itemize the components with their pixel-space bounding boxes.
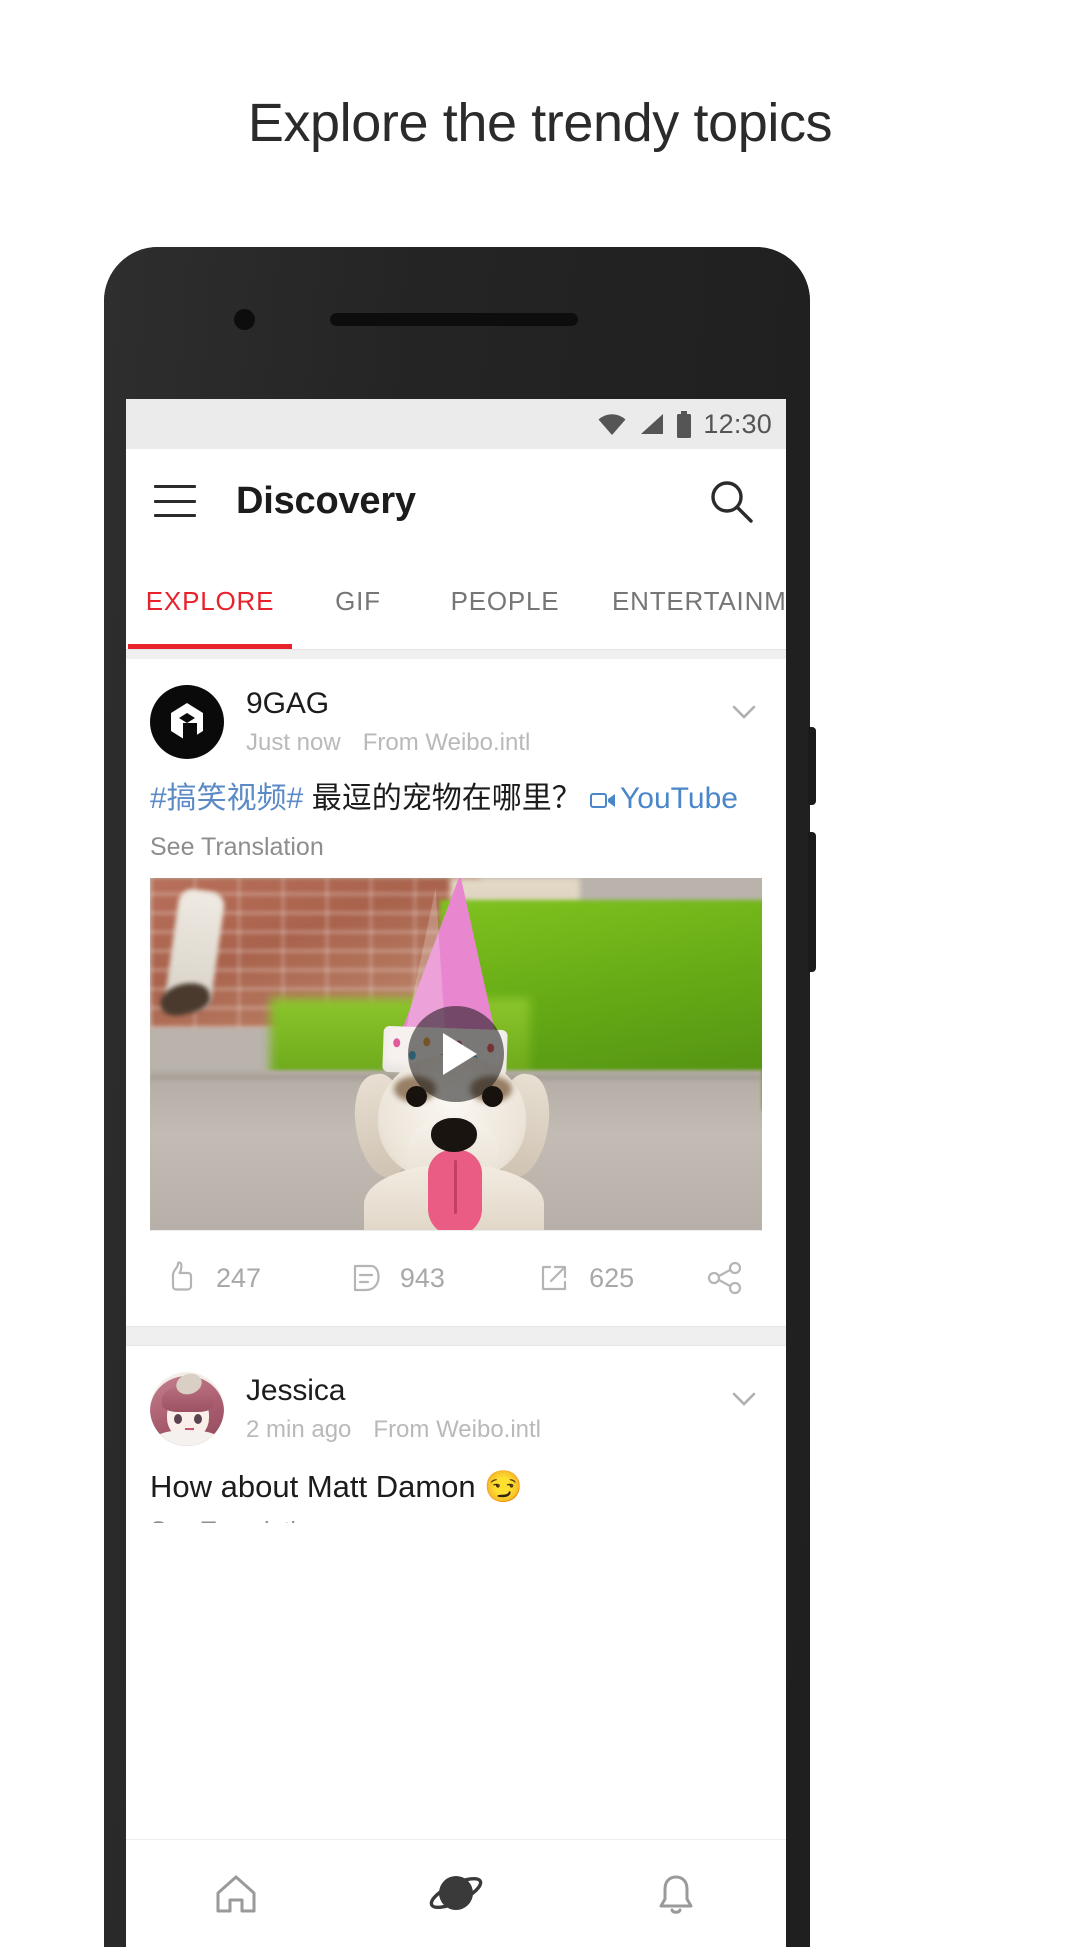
home-icon	[216, 1875, 256, 1912]
post-meta: Jessica 2 min ago From Weibo.intl	[246, 1372, 726, 1444]
phone-screen: 12:30 Discovery EXPLORE GIF PEOPLE ENTER…	[126, 399, 786, 1947]
see-translation-link[interactable]: See Translation	[126, 819, 786, 878]
post-separator	[126, 1325, 786, 1346]
avatar[interactable]	[150, 1371, 224, 1446]
active-tab-indicator	[128, 644, 292, 649]
status-bar: 12:30	[126, 399, 786, 449]
tab-people[interactable]: PEOPLE	[422, 586, 588, 617]
tab-entertainment[interactable]: ENTERTAINME	[588, 586, 786, 617]
page-title: Explore the trendy topics	[247, 93, 833, 153]
status-time: 12:30	[703, 408, 772, 439]
media-dog-tongue-crease	[454, 1159, 457, 1214]
thumbs-up-icon	[171, 1261, 193, 1291]
chevron-down-icon[interactable]	[726, 1380, 762, 1416]
see-translation-link[interactable]: See Translation	[126, 1505, 786, 1523]
post-body-text: How about Matt Damon	[150, 1468, 485, 1504]
avatar-eye-left	[174, 1413, 182, 1424]
post-header: 9GAG Just now From Weibo.intl	[126, 659, 786, 759]
post-media-video[interactable]	[150, 877, 762, 1230]
post-source: From Weibo.intl	[362, 729, 531, 756]
repost-count: 625	[589, 1262, 635, 1293]
tab-bar: EXPLORE GIF PEOPLE ENTERTAINME	[126, 553, 786, 649]
post-jessica: Jessica 2 min ago From Weibo.intl How abo…	[126, 1345, 786, 1523]
post-hashtag[interactable]: #搞笑视频#	[150, 782, 303, 815]
post-time: 2 min ago	[246, 1415, 352, 1443]
avatar-collar	[156, 1429, 218, 1446]
volume-button[interactable]	[808, 832, 816, 972]
hamburger-menu-icon[interactable]	[154, 485, 196, 517]
post-body: #搞笑视频# 最逗的宠物在哪里？ YouTube	[126, 759, 786, 819]
post-header: Jessica 2 min ago From Weibo.intl	[126, 1346, 786, 1446]
post-time: Just now	[246, 729, 341, 756]
video-camera-icon	[590, 793, 616, 808]
bell-notifications-icon	[659, 1875, 693, 1914]
media-dog-nose	[431, 1117, 477, 1152]
front-camera	[234, 309, 255, 330]
like-count: 247	[216, 1262, 262, 1293]
post-author[interactable]: Jessica	[246, 1374, 726, 1408]
post-body: How about Matt Damon 😏	[126, 1446, 786, 1505]
chevron-down-icon[interactable]	[726, 693, 762, 729]
planet-discovery-icon	[429, 1875, 483, 1910]
nav-home[interactable]	[126, 1866, 346, 1922]
nav-notifications[interactable]	[566, 1866, 786, 1922]
nav-discovery[interactable]	[346, 1863, 566, 1925]
wifi-icon	[598, 414, 626, 435]
share-icon	[707, 1261, 742, 1295]
youtube-link[interactable]: YouTube	[620, 782, 738, 815]
post-source: From Weibo.intl	[373, 1415, 542, 1443]
battery-icon	[677, 410, 692, 438]
smirk-emoji: 😏	[484, 1468, 523, 1504]
bottom-navigation-bar	[126, 1839, 786, 1947]
post-body-text: 最逗的宠物在哪里？	[303, 782, 591, 815]
repost-icon	[541, 1265, 567, 1291]
comment-icon	[353, 1264, 380, 1292]
comment-count: 943	[399, 1262, 445, 1293]
post-meta: 9GAG Just now From Weibo.intl	[246, 685, 726, 757]
earpiece-speaker	[330, 313, 578, 326]
power-button[interactable]	[808, 727, 816, 805]
9gag-logo-icon	[171, 703, 203, 741]
app-bar: Discovery	[126, 449, 786, 553]
post-action-bar: 247 943 625	[150, 1229, 762, 1326]
post-subtitle: 2 min ago From Weibo.intl	[246, 1416, 726, 1444]
post-9gag: 9GAG Just now From Weibo.intl #搞笑视频# 最逗的宠…	[126, 659, 786, 1326]
tab-explore[interactable]: EXPLORE	[126, 586, 294, 617]
app-bar-title: Discovery	[236, 479, 416, 522]
tab-gif[interactable]: GIF	[294, 586, 422, 617]
comment-action[interactable]: 943	[340, 1258, 529, 1298]
repost-action[interactable]: 625	[529, 1258, 704, 1298]
post-author[interactable]: 9GAG	[246, 687, 726, 721]
cellular-signal-icon	[641, 414, 664, 434]
post-subtitle: Just now From Weibo.intl	[246, 729, 726, 757]
avatar-eye-right	[194, 1413, 202, 1424]
play-button-icon[interactable]	[408, 1005, 504, 1102]
avatar[interactable]	[150, 685, 224, 759]
play-triangle	[443, 1032, 477, 1075]
search-icon[interactable]	[706, 476, 756, 526]
phone-device-frame: 12:30 Discovery EXPLORE GIF PEOPLE ENTER…	[104, 247, 816, 1947]
tab-bar-divider	[126, 649, 786, 659]
like-action[interactable]: 247	[150, 1258, 340, 1298]
share-action[interactable]	[704, 1257, 762, 1299]
